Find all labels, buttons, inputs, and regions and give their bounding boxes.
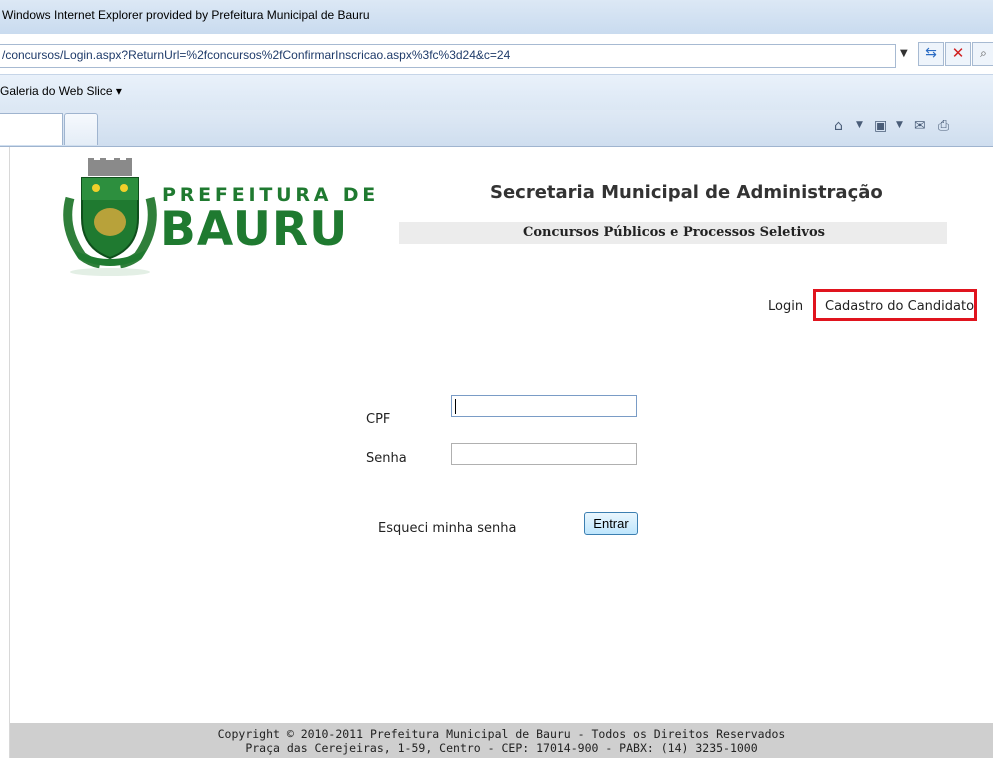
page-title: Secretaria Municipal de Administração — [490, 182, 883, 203]
address-field[interactable]: /concursos/Login.aspx?ReturnUrl=%2fconcu… — [0, 44, 896, 68]
feeds-icon[interactable]: ▣ — [874, 118, 887, 134]
forgot-password-link[interactable]: Esqueci minha senha — [378, 521, 516, 536]
nav-cadastro-highlight[interactable]: Cadastro do Candidato — [813, 289, 977, 321]
logo-text-bauru: BAURU — [160, 202, 349, 257]
page-subtitle: Concursos Públicos e Processos Seletivos — [523, 225, 825, 240]
subtitle-band: Concursos Públicos e Processos Seletivos — [399, 222, 947, 244]
nav-cadastro-link[interactable]: Cadastro do Candidato — [825, 299, 974, 314]
address-dropdown-icon[interactable]: ▼ — [900, 48, 908, 59]
browser-title-bar: Windows Internet Explorer provided by Pr… — [0, 0, 993, 34]
address-bar: /concursos/Login.aspx?ReturnUrl=%2fconcu… — [0, 40, 993, 70]
entrar-button[interactable]: Entrar — [584, 512, 638, 535]
senha-label: Senha — [366, 451, 407, 466]
favorites-bar: Galeria do Web Slice ▾ — [0, 74, 993, 111]
mail-icon[interactable]: ✉ — [914, 118, 926, 134]
cpf-input[interactable] — [451, 395, 637, 417]
window-title: Windows Internet Explorer provided by Pr… — [2, 8, 370, 22]
feeds-dropdown-icon[interactable]: ▼ — [896, 120, 903, 130]
address-url: /concursos/Login.aspx?ReturnUrl=%2fconcu… — [2, 48, 511, 62]
nav-login-link[interactable]: Login — [768, 299, 803, 314]
prefeitura-logo: PREFEITURA DE BAURU — [60, 158, 380, 278]
senha-input[interactable] — [451, 443, 637, 465]
new-tab-button[interactable] — [64, 113, 98, 145]
home-dropdown-icon[interactable]: ▼ — [856, 120, 863, 130]
home-icon[interactable]: ⌂ — [834, 118, 843, 134]
footer: Copyright © 2010-2011 Prefeitura Municip… — [10, 723, 993, 758]
footer-address: Praça das Cerejeiras, 1-59, Centro - CEP… — [245, 741, 758, 755]
tab-bar: ⌂ ▼ ▣ ▼ ✉ ⎙ — [0, 110, 993, 147]
print-icon[interactable]: ⎙ — [938, 118, 949, 134]
page-border — [9, 147, 10, 758]
stop-icon[interactable]: ✕ — [945, 42, 971, 66]
cpf-label: CPF — [366, 412, 391, 427]
search-icon[interactable]: ⌕ — [972, 42, 993, 66]
web-slice-gallery[interactable]: Galeria do Web Slice ▾ — [0, 84, 122, 98]
text-caret — [455, 399, 456, 414]
coat-of-arms-icon — [63, 158, 157, 276]
tab-current[interactable] — [0, 113, 63, 145]
refresh-icon[interactable]: ⇆ — [918, 42, 944, 66]
footer-copyright: Copyright © 2010-2011 Prefeitura Municip… — [217, 727, 786, 741]
